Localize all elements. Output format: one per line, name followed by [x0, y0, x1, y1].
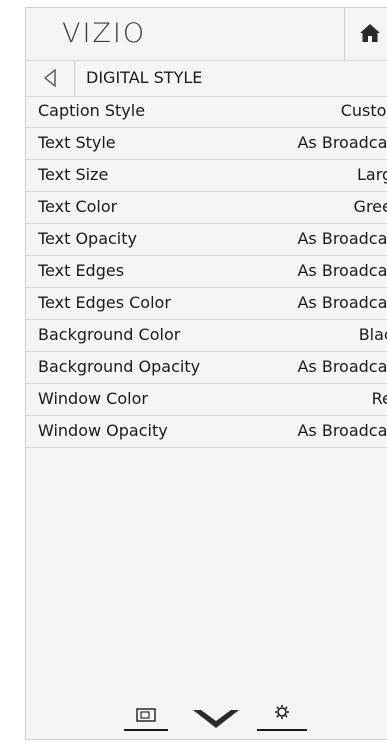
menu-label: Text Style: [38, 133, 116, 152]
vizio-logo: VIZIO: [62, 18, 147, 49]
menu-row-text-edges[interactable]: Text Edges As Broadcast: [26, 256, 387, 288]
menu-row-window-opacity[interactable]: Window Opacity As Broadcast: [26, 416, 387, 448]
settings-button[interactable]: [255, 698, 309, 732]
bottom-bar: [26, 698, 387, 738]
menu-label: Text Opacity: [38, 229, 137, 248]
menu-value: As Broadcast: [297, 293, 387, 312]
settings-underline: [257, 729, 307, 731]
menu-label: Text Edges Color: [38, 293, 171, 312]
menu-value: Black: [358, 325, 387, 344]
input-icon: [136, 708, 156, 722]
back-button[interactable]: [26, 60, 75, 96]
menu-value: As Broadcast: [297, 229, 387, 248]
menu-label: Background Opacity: [38, 357, 201, 376]
menu-value: As Broadcast: [297, 421, 387, 440]
page-title: DIGITAL STYLE: [86, 68, 203, 87]
menu-row-text-opacity[interactable]: Text Opacity As Broadcast: [26, 224, 387, 256]
menu-row-text-size[interactable]: Text Size Large: [26, 160, 387, 192]
settings-panel: VIZIO DIGITAL STYLE Caption Style Custom…: [25, 7, 387, 740]
vizio-v-icon: [193, 710, 239, 728]
menu-value: As Broadcast: [297, 357, 387, 376]
settings-gear-icon: [275, 705, 289, 719]
input-underline: [124, 729, 168, 731]
menu-row-text-color[interactable]: Text Color Green: [26, 192, 387, 224]
menu-row-window-color[interactable]: Window Color Red: [26, 384, 387, 416]
vizio-button[interactable]: [189, 706, 243, 732]
home-button[interactable]: [344, 8, 387, 60]
menu-value: As Broadcast: [297, 261, 387, 280]
menu-row-background-opacity[interactable]: Background Opacity As Broadcast: [26, 352, 387, 384]
chevron-left-icon: [43, 69, 56, 87]
menu-row-caption-style[interactable]: Caption Style Custom: [26, 96, 387, 128]
menu-label: Background Color: [38, 325, 181, 344]
menu-value: Large: [356, 165, 387, 184]
header-bar: VIZIO: [26, 8, 387, 61]
menu-value: As Broadcast: [297, 133, 387, 152]
menu-row-background-color[interactable]: Background Color Black: [26, 320, 387, 352]
home-icon: [360, 24, 380, 42]
menu-label: Window Opacity: [38, 421, 168, 440]
menu-value: Red: [371, 389, 387, 408]
menu-row-text-edges-color[interactable]: Text Edges Color As Broadcast: [26, 288, 387, 320]
menu-value: Custom: [340, 101, 387, 120]
menu-row-text-style[interactable]: Text Style As Broadcast: [26, 128, 387, 160]
input-button[interactable]: [122, 698, 170, 732]
menu-label: Text Size: [38, 165, 109, 184]
menu-label: Text Edges: [38, 261, 125, 280]
menu-label: Caption Style: [38, 101, 146, 120]
menu-label: Text Color: [38, 197, 118, 216]
menu-list: Caption Style Custom Text Style As Broad…: [26, 96, 387, 448]
breadcrumb: DIGITAL STYLE: [26, 60, 387, 97]
menu-label: Window Color: [38, 389, 148, 408]
menu-value: Green: [353, 197, 387, 216]
